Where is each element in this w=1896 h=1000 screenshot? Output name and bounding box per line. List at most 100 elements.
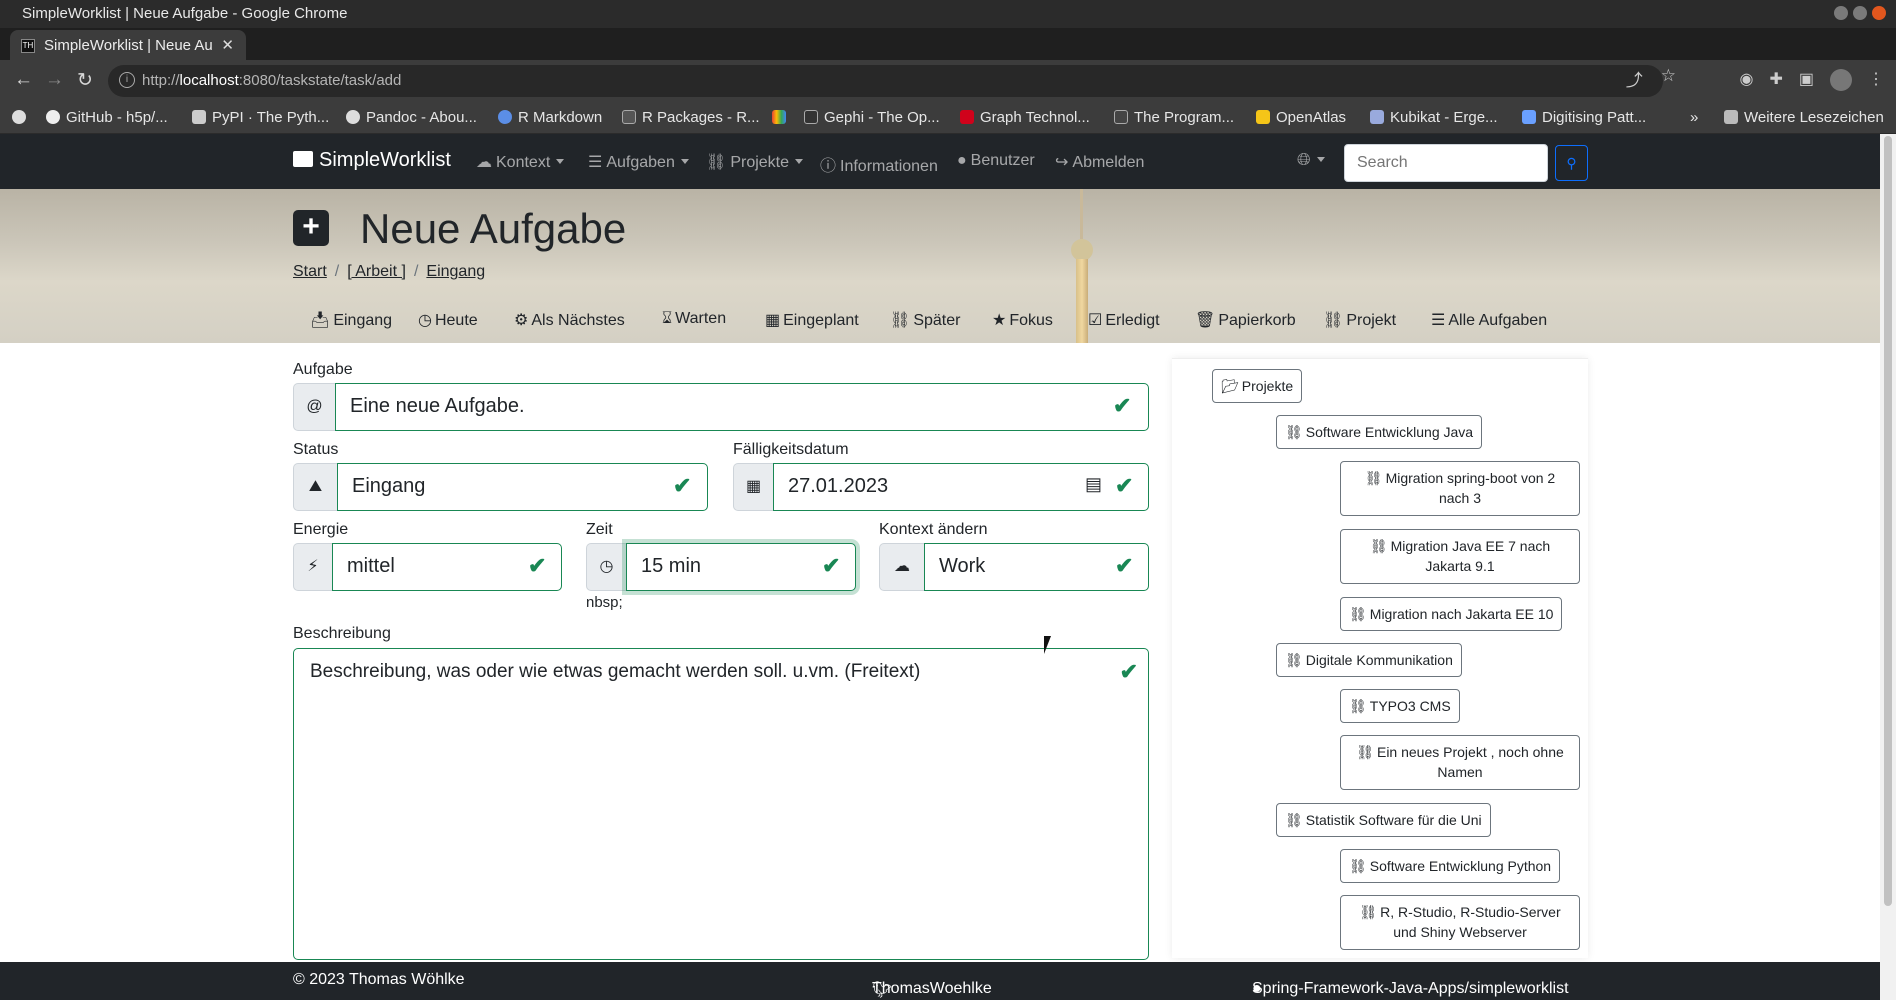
project-node[interactable]: ⛓ TYPO3 CMS: [1340, 689, 1460, 724]
date-picker-icon[interactable]: ▤: [1085, 474, 1102, 495]
taskstate-erledigt[interactable]: ☑ Erledigt: [1088, 310, 1160, 330]
caret-down-icon: [795, 159, 804, 164]
project-node[interactable]: ⛓ Migration nach Jakarta EE 10: [1340, 597, 1563, 632]
nav-projekte-dropdown[interactable]: ⛓ Projekte: [706, 152, 804, 172]
project-root-button[interactable]: 📂︎ Projekte: [1212, 369, 1303, 404]
bookmark-item[interactable]: The Program...: [1114, 109, 1234, 126]
nav-aufgaben-dropdown[interactable]: ☰ Aufgaben: [588, 152, 689, 172]
taskstate-alle-aufgaben[interactable]: ☰ Alle Aufgaben: [1431, 310, 1547, 330]
inbox-icon: 📥︎: [310, 312, 331, 329]
breadcrumb-eingang[interactable]: Eingang: [426, 263, 485, 280]
valid-check-icon: ✔: [822, 553, 841, 578]
close-window-icon[interactable]: [1872, 6, 1886, 20]
profile-avatar[interactable]: [1830, 69, 1852, 91]
page-footer: © 2023 Thomas Wöhlke 🐦︎ ThomasWoehlke ● …: [0, 962, 1880, 1000]
address-bar[interactable]: i http://localhost:8080/taskstate/task/a…: [108, 65, 1663, 97]
menu-dots-icon[interactable]: ⋮: [1868, 69, 1884, 91]
bookmark-item[interactable]: [772, 109, 792, 126]
project-node[interactable]: ⛓ Migration spring-boot von 2 nach 3: [1340, 461, 1580, 516]
diagram-icon: ⛓: [1369, 538, 1388, 554]
project-node[interactable]: ⛓ Software Entwicklung Python: [1340, 849, 1561, 884]
aufgabe-input[interactable]: Eine neue Aufgabe.: [335, 383, 1149, 431]
taskstate-als-naechstes[interactable]: ⚙ Als Nächstes: [514, 310, 625, 330]
nav-abmelden[interactable]: ↪ Abmelden: [1055, 152, 1144, 172]
site-info-icon[interactable]: i: [119, 72, 135, 88]
page-header: + Neue Aufgabe Start /[ Arbeit ] / Eingang …: [0, 189, 1880, 343]
taskstate-spaeter[interactable]: ⛓ Später: [890, 310, 960, 330]
bookmark-item[interactable]: R Markdown: [498, 109, 602, 126]
language-dropdown[interactable]: 🌐︎: [1297, 150, 1325, 170]
binoculars-icon: ⛓: [890, 312, 911, 329]
bookmark-star-icon[interactable]: ☆: [1661, 66, 1676, 91]
taskstate-nav: 📥︎ Eingang ◷ Heute ⚙ Als Nächstes ⌛︎ Warten …: [0, 310, 1880, 336]
project-node[interactable]: ⛓ Ein neues Projekt , noch ohne Namen: [1340, 735, 1580, 790]
database-icon: ☰: [1431, 312, 1446, 329]
status-select[interactable]: Eingang: [337, 463, 708, 511]
project-node[interactable]: ⛓ Statistik Software für die Uni: [1276, 803, 1491, 838]
window-title: SimpleWorklist | Neue Aufgabe - Google C…: [22, 5, 348, 22]
hourglass-icon: ⌛︎: [662, 310, 673, 327]
project-node[interactable]: ⛓ R, R-Studio, R-Studio-Server und Shiny …: [1340, 895, 1580, 950]
kontext-label: Kontext ändern: [879, 521, 988, 538]
page-scrollbar[interactable]: [1880, 134, 1896, 1000]
reload-icon[interactable]: ↻: [77, 69, 93, 92]
forward-arrow-icon[interactable]: →: [45, 69, 64, 91]
search-icon: ⚲: [1566, 155, 1577, 171]
faelligkeit-label: Fälligkeitsdatum: [733, 441, 849, 458]
nav-informationen[interactable]: ⓘ Informationen: [820, 152, 938, 176]
share-icon[interactable]: ⤴: [1626, 66, 1643, 91]
maximize-icon[interactable]: [1853, 6, 1867, 20]
taskstate-eingang[interactable]: 📥︎ Eingang: [310, 310, 392, 330]
project-node[interactable]: ⛓ Software Entwicklung Java: [1276, 415, 1483, 450]
project-node[interactable]: ⛓ Migration Java EE 7 nach Jakarta 9.1: [1340, 529, 1580, 584]
puzzle-icon[interactable]: ✚: [1769, 69, 1782, 91]
bookmark-item[interactable]: Digitising Patt...: [1522, 109, 1646, 126]
taskstate-papierkorb[interactable]: 🗑︎ Papierkorb: [1195, 310, 1296, 330]
nav-benutzer[interactable]: ● Benutzer: [957, 152, 1035, 170]
tab-close-icon[interactable]: ✕: [221, 36, 234, 54]
bookmark-item[interactable]: OpenAtlas: [1256, 109, 1346, 126]
taskstate-projekt[interactable]: ⛓ Projekt: [1323, 310, 1396, 330]
nav-kontext-dropdown[interactable]: ☁ Kontext: [476, 152, 565, 172]
logout-icon: ↪: [1055, 154, 1069, 171]
project-node[interactable]: ⛓ Digitale Kommunikation: [1276, 643, 1462, 678]
bookmark-item[interactable]: Graph Technol...: [960, 109, 1090, 126]
browser-tab[interactable]: TH SimpleWorklist | Neue Au ✕: [10, 30, 246, 60]
taskstate-eingeplant[interactable]: ▦ Eingeplant: [765, 310, 859, 330]
bookmark-apps-icon[interactable]: [12, 109, 32, 126]
back-arrow-icon[interactable]: ←: [14, 69, 33, 91]
search-input[interactable]: [1344, 144, 1548, 182]
bookmark-item[interactable]: R Packages - R...: [622, 109, 760, 126]
breadcrumb-context[interactable]: [ Arbeit ]: [347, 263, 406, 280]
tab-favicon-icon: TH: [21, 39, 35, 53]
bookmark-item[interactable]: Kubikat - Erge...: [1370, 109, 1498, 126]
lightning-icon: ⚡︎: [293, 543, 332, 591]
energie-input-group: ⚡︎ mittel ✔: [293, 543, 562, 591]
bookmark-item[interactable]: Gephi - The Op...: [804, 109, 940, 126]
sidepanel-icon[interactable]: ▣: [1799, 69, 1814, 91]
diagram-icon: ⛓: [1349, 606, 1367, 622]
bookmarks-overflow-icon[interactable]: »: [1690, 109, 1698, 126]
scrollbar-thumb[interactable]: [1884, 136, 1892, 906]
beschreibung-textarea[interactable]: Beschreibung, was oder wie etwas gemacht…: [293, 648, 1149, 960]
brand-link[interactable]: SimpleWorklist: [293, 149, 451, 172]
list-icon: [293, 151, 313, 167]
window-controls: [1834, 6, 1886, 20]
calendar-icon: ▦: [765, 312, 781, 329]
valid-check-icon: ✔: [1113, 393, 1132, 418]
bookmark-item[interactable]: Pandoc - Abou...: [346, 109, 477, 126]
extension-shield-icon[interactable]: ◉: [1740, 69, 1754, 91]
bookmark-item[interactable]: GitHub - h5p/...: [46, 109, 168, 126]
taskstate-warten[interactable]: ⌛︎ Warten: [662, 310, 726, 328]
valid-check-icon: ✔: [1115, 553, 1134, 578]
info-circle-icon: ⓘ: [820, 158, 837, 175]
diagram-icon: ⛓: [1285, 424, 1303, 440]
minimize-icon[interactable]: [1834, 6, 1848, 20]
search-button[interactable]: ⚲: [1555, 145, 1588, 181]
other-bookmarks-folder[interactable]: Weitere Lesezeichen: [1724, 109, 1884, 126]
bookmark-item[interactable]: PyPI · The Pyth...: [192, 109, 329, 126]
taskstate-fokus[interactable]: ★ Fokus: [992, 310, 1053, 330]
breadcrumb-start[interactable]: Start: [293, 263, 327, 280]
gears-icon: ⚙: [514, 312, 529, 329]
taskstate-heute[interactable]: ◷ Heute: [418, 310, 478, 330]
